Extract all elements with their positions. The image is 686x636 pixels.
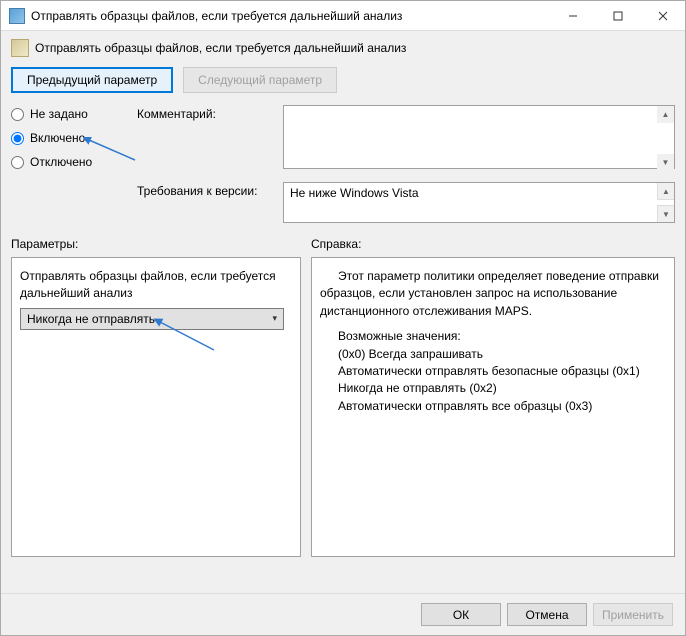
requirements-value: Не ниже Windows Vista bbox=[290, 186, 419, 200]
help-value-3: Никогда не отправлять (0x2) bbox=[338, 380, 666, 397]
policy-icon bbox=[11, 39, 29, 57]
help-value-1: (0x0) Всегда запрашивать bbox=[338, 346, 666, 363]
maximize-icon bbox=[613, 11, 623, 21]
nav-row: Предыдущий параметр Следующий параметр bbox=[11, 67, 675, 93]
scroll-up-icon[interactable]: ▲ bbox=[657, 183, 674, 200]
parameters-combobox[interactable]: Никогда не отправлять ▾ bbox=[20, 308, 284, 330]
scroll-up-icon[interactable]: ▲ bbox=[657, 106, 674, 123]
radio-enabled[interactable]: Включено bbox=[11, 131, 131, 145]
maximize-button[interactable] bbox=[595, 1, 640, 30]
apply-button[interactable]: Применить bbox=[593, 603, 673, 626]
help-label: Справка: bbox=[311, 237, 675, 251]
comment-label: Комментарий: bbox=[137, 105, 277, 121]
comment-textarea[interactable] bbox=[283, 105, 675, 169]
subtitle-row: Отправлять образцы файлов, если требуетс… bbox=[11, 39, 675, 57]
requirements-box: Не ниже Windows Vista ▲ ▼ bbox=[283, 182, 675, 223]
parameters-panel: Параметры: Отправлять образцы файлов, ес… bbox=[11, 237, 301, 557]
help-box: Этот параметр политики определяет поведе… bbox=[311, 257, 675, 557]
radio-enabled-input[interactable] bbox=[11, 132, 24, 145]
help-paragraph-2: Возможные значения: bbox=[320, 328, 666, 345]
combobox-value: Никогда не отправлять bbox=[27, 312, 155, 326]
ok-button[interactable]: ОК bbox=[421, 603, 501, 626]
window-controls bbox=[550, 1, 685, 30]
radio-not-configured-input[interactable] bbox=[11, 108, 24, 121]
state-radios: Не задано Включено Отключено bbox=[11, 105, 131, 169]
parameters-box: Отправлять образцы файлов, если требуетс… bbox=[11, 257, 301, 557]
radio-disabled-input[interactable] bbox=[11, 156, 24, 169]
cancel-button[interactable]: Отмена bbox=[507, 603, 587, 626]
content-area: Отправлять образцы файлов, если требуетс… bbox=[1, 31, 685, 593]
parameters-label: Параметры: bbox=[11, 237, 301, 251]
close-icon bbox=[658, 11, 668, 21]
chevron-down-icon: ▾ bbox=[272, 313, 277, 324]
titlebar: Отправлять образцы файлов, если требуетс… bbox=[1, 1, 685, 31]
scroll-down-icon[interactable]: ▼ bbox=[657, 154, 674, 171]
next-setting-button[interactable]: Следующий параметр bbox=[183, 67, 337, 93]
help-paragraph-1: Этот параметр политики определяет поведе… bbox=[320, 268, 666, 320]
radio-not-configured[interactable]: Не задано bbox=[11, 107, 131, 121]
top-grid: Не задано Включено Отключено Комментарий… bbox=[11, 105, 675, 223]
dialog-footer: ОК Отмена Применить bbox=[1, 593, 685, 635]
radio-disabled-label: Отключено bbox=[30, 155, 92, 169]
help-value-2: Автоматически отправлять безопасные обра… bbox=[338, 363, 666, 380]
help-value-4: Автоматически отправлять все образцы (0x… bbox=[338, 398, 666, 415]
close-button[interactable] bbox=[640, 1, 685, 30]
subtitle-text: Отправлять образцы файлов, если требуетс… bbox=[35, 41, 406, 55]
parameters-option-text: Отправлять образцы файлов, если требуетс… bbox=[20, 268, 292, 302]
panels-row: Параметры: Отправлять образцы файлов, ес… bbox=[11, 237, 675, 557]
minimize-button[interactable] bbox=[550, 1, 595, 30]
radio-enabled-label: Включено bbox=[30, 131, 85, 145]
window-title: Отправлять образцы файлов, если требуетс… bbox=[31, 9, 550, 23]
radio-not-configured-label: Не задано bbox=[30, 107, 88, 121]
requirements-label: Требования к версии: bbox=[137, 182, 277, 198]
help-panel: Справка: Этот параметр политики определя… bbox=[311, 237, 675, 557]
previous-setting-button[interactable]: Предыдущий параметр bbox=[11, 67, 173, 93]
minimize-icon bbox=[568, 11, 578, 21]
radio-disabled[interactable]: Отключено bbox=[11, 155, 131, 169]
comment-wrap: ▲ ▼ bbox=[283, 105, 675, 172]
scroll-down-icon[interactable]: ▼ bbox=[657, 205, 674, 222]
app-icon bbox=[9, 8, 25, 24]
